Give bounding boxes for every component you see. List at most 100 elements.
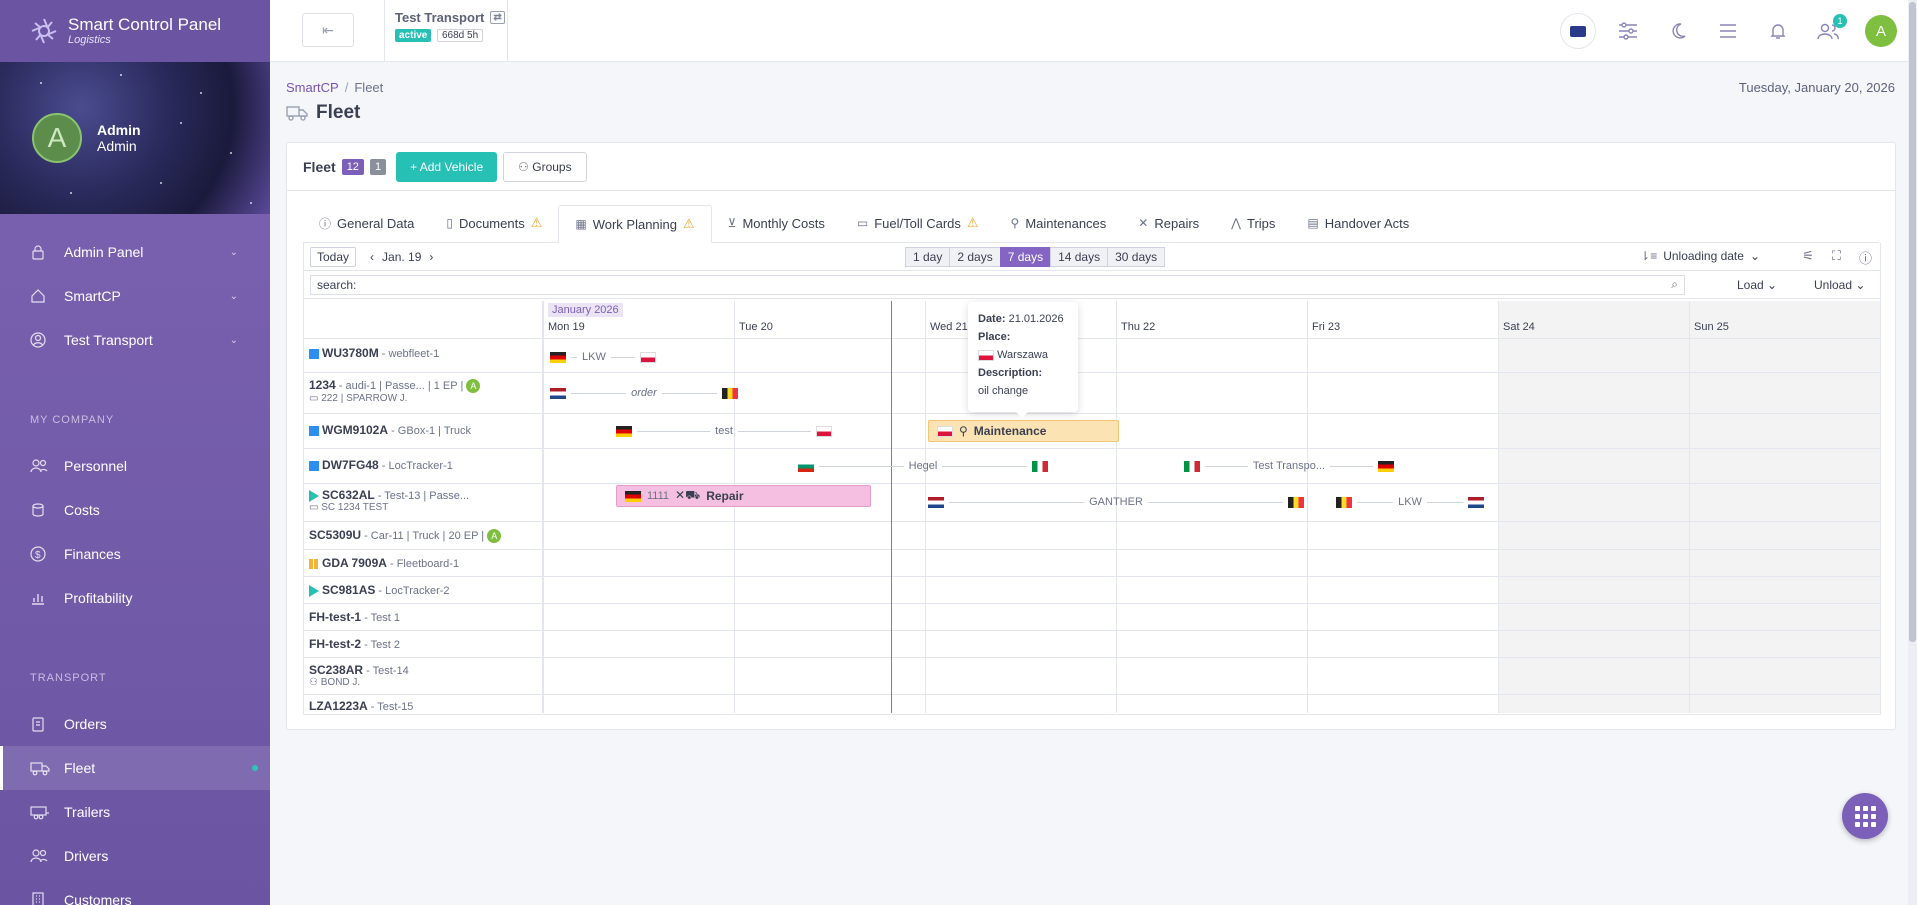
sidebar-item-label: Test Transport	[64, 332, 153, 348]
search-input[interactable]: search: ⌕	[310, 274, 1685, 295]
vehicle-row[interactable]: SC981AS - LocTracker-2	[309, 583, 450, 598]
vehicle-row[interactable]: WGM9102A - GBox-1 | Truck	[309, 423, 471, 437]
collapse-sidebar-button[interactable]: ⇤	[302, 13, 354, 47]
clipboard-icon	[30, 715, 52, 733]
info-icon[interactable]: ⓘ	[1859, 248, 1872, 267]
sidebar-item-costs[interactable]: Costs	[0, 488, 270, 532]
range-14-days[interactable]: 14 days	[1050, 247, 1109, 267]
day-header: Fri 23	[1312, 321, 1341, 333]
prev-icon[interactable]: ‹	[370, 250, 374, 264]
search-icon[interactable]: ⌕	[1671, 277, 1678, 292]
trip-bar[interactable]: Hegel	[798, 458, 1048, 474]
vehicle-row[interactable]: SC5309U - Car-11 | Truck | 20 EP | A	[309, 528, 502, 544]
trip-bar[interactable]: GANTHER	[928, 494, 1304, 510]
user-avatar[interactable]: A	[1865, 15, 1897, 47]
menu-button[interactable]	[1703, 11, 1753, 51]
tab-repairs[interactable]: ✕ Repairs	[1122, 204, 1215, 242]
vehicle-row[interactable]: SC238AR - Test-14 ⚇ BOND J.	[309, 663, 409, 688]
add-vehicle-button[interactable]: + Add Vehicle	[396, 151, 498, 182]
vehicle-row[interactable]: FH-test-1 - Test 1	[309, 610, 400, 624]
tab-fuel-toll-cards[interactable]: ▭ Fuel/Toll Cards ⚠	[841, 204, 995, 242]
repair-event[interactable]: 1111 ✕⛟ Repair	[616, 485, 871, 507]
flag-it-icon	[1032, 460, 1048, 472]
chart-icon	[30, 589, 52, 607]
trip-bar[interactable]: LKW	[1336, 494, 1484, 510]
info-icon: ⓘ	[319, 216, 332, 231]
range-7-days[interactable]: 7 days	[999, 247, 1052, 267]
scroll-thumb[interactable]	[1909, 2, 1916, 642]
unload-dropdown[interactable]: Unload ⌄	[1814, 278, 1865, 292]
trip-bar[interactable]: order	[550, 385, 738, 401]
sidebar-item-label: Orders	[64, 716, 107, 732]
flag-pl-icon	[640, 351, 656, 363]
card-icon: ▭	[856, 216, 869, 230]
sidebar-item-profitability[interactable]: Profitability	[0, 576, 270, 620]
vehicle-row[interactable]: LZA1223A - Test-15	[309, 699, 413, 713]
chevron-down-icon: ⌄	[1749, 249, 1760, 263]
sidebar-item-customers[interactable]: Customers	[0, 878, 270, 905]
sidebar-item-smartcp[interactable]: SmartCP ⌄	[0, 274, 270, 318]
fullscreen-icon[interactable]: ⛶	[1832, 248, 1841, 267]
range-30-days[interactable]: 30 days	[1107, 247, 1166, 267]
vehicle-row[interactable]: WU3780M - webfleet-1	[309, 346, 439, 360]
range-1-day[interactable]: 1 day	[905, 247, 951, 267]
tab-work-planning[interactable]: ▦ Work Planning ⚠	[558, 205, 712, 243]
range-2-days[interactable]: 2 days	[949, 247, 1001, 267]
user-role: Admin	[97, 138, 137, 154]
sidebar-item-personnel[interactable]: Personnel	[0, 444, 270, 488]
sidebar-item-test-transport[interactable]: Test Transport ⌄	[0, 318, 270, 362]
groups-button[interactable]: ⚇ Groups	[503, 151, 587, 182]
tab-handover-acts[interactable]: ▤ Handover Acts	[1291, 204, 1425, 242]
trip-bar[interactable]: LKW	[550, 349, 656, 365]
status-square-icon	[309, 461, 319, 472]
page-scrollbar[interactable]	[1908, 0, 1917, 905]
swap-icon[interactable]: ⇄	[490, 11, 505, 24]
sidebar-item-admin-panel[interactable]: Admin Panel ⌄	[0, 230, 270, 274]
sidebar-item-finances[interactable]: $ Finances	[0, 532, 270, 576]
tab-monthly-costs[interactable]: ⊻ Monthly Costs	[712, 204, 841, 242]
brand[interactable]: Smart Control Panel Logistics	[0, 0, 270, 62]
road-icon: ⋀	[1231, 216, 1241, 230]
company-name: Test Transport	[395, 10, 485, 25]
apps-grid-button[interactable]	[1842, 793, 1888, 839]
language-button[interactable]	[1553, 11, 1603, 51]
tab-bar: ⓘ General Data ▯ Documents ⚠ ▦ Work Planning…	[303, 205, 1879, 243]
maintenance-event[interactable]: ⚲ Maintenance	[928, 420, 1119, 442]
vehicle-row[interactable]: 1234 - audi-1 | Passe... | 1 EP | A ▭ 222…	[309, 378, 481, 404]
next-icon[interactable]: ›	[429, 250, 433, 264]
page-title: Fleet	[286, 102, 360, 124]
flag-de-icon	[625, 490, 641, 502]
users-online-button[interactable]: 1	[1803, 11, 1853, 51]
sidebar-item-orders[interactable]: Orders	[0, 702, 270, 746]
trip-bar[interactable]: test	[616, 423, 833, 439]
tab-trips[interactable]: ⋀ Trips	[1215, 204, 1291, 242]
vehicle-row[interactable]: FH-test-2 - Test 2	[309, 637, 400, 651]
tab-maintenances[interactable]: ⚲ Maintenances	[995, 204, 1123, 242]
filter-sliders-icon[interactable]: ⚟	[1802, 248, 1814, 267]
file-icon: ▤	[1307, 216, 1319, 230]
tab-documents[interactable]: ▯ Documents ⚠	[430, 204, 558, 242]
assigned-badge: A	[466, 379, 481, 394]
vehicle-row[interactable]: DW7FG48 - LocTracker-1	[309, 458, 453, 472]
sort-icon: ⇂≡	[1640, 249, 1658, 263]
tab-general-data[interactable]: ⓘ General Data	[303, 204, 430, 242]
today-date: Tuesday, January 20, 2026	[1738, 80, 1895, 95]
vehicle-row[interactable]: GDA 7909A - Fleetboard-1	[309, 556, 459, 570]
today-button[interactable]: Today	[310, 246, 357, 267]
user-avatar-large[interactable]: A	[32, 113, 82, 163]
sort-dropdown[interactable]: ⇂≡ Unloading date ⌄	[1640, 249, 1760, 263]
trip-bar[interactable]: Test Transpo...	[1184, 458, 1394, 474]
company-switcher[interactable]: Test Transport ⇄ active 668d 5h	[384, 0, 508, 62]
vehicle-row[interactable]: SC632AL - Test-13 | Passe... ▭ SC 1234 TE…	[309, 488, 469, 513]
settings-sliders-button[interactable]	[1603, 11, 1653, 51]
dark-mode-button[interactable]	[1653, 11, 1703, 51]
sidebar-item-drivers[interactable]: Drivers	[0, 834, 270, 878]
flag-nl-icon	[928, 496, 944, 508]
document-icon: ▯	[446, 216, 453, 230]
sidebar-item-trailers[interactable]: Trailers	[0, 790, 270, 834]
sidebar-item-fleet[interactable]: Fleet	[0, 746, 270, 790]
load-dropdown[interactable]: Load ⌄	[1737, 278, 1777, 292]
breadcrumb-root[interactable]: SmartCP	[286, 80, 339, 95]
day-header: Mon 19	[548, 321, 585, 333]
notifications-button[interactable]	[1753, 11, 1803, 51]
